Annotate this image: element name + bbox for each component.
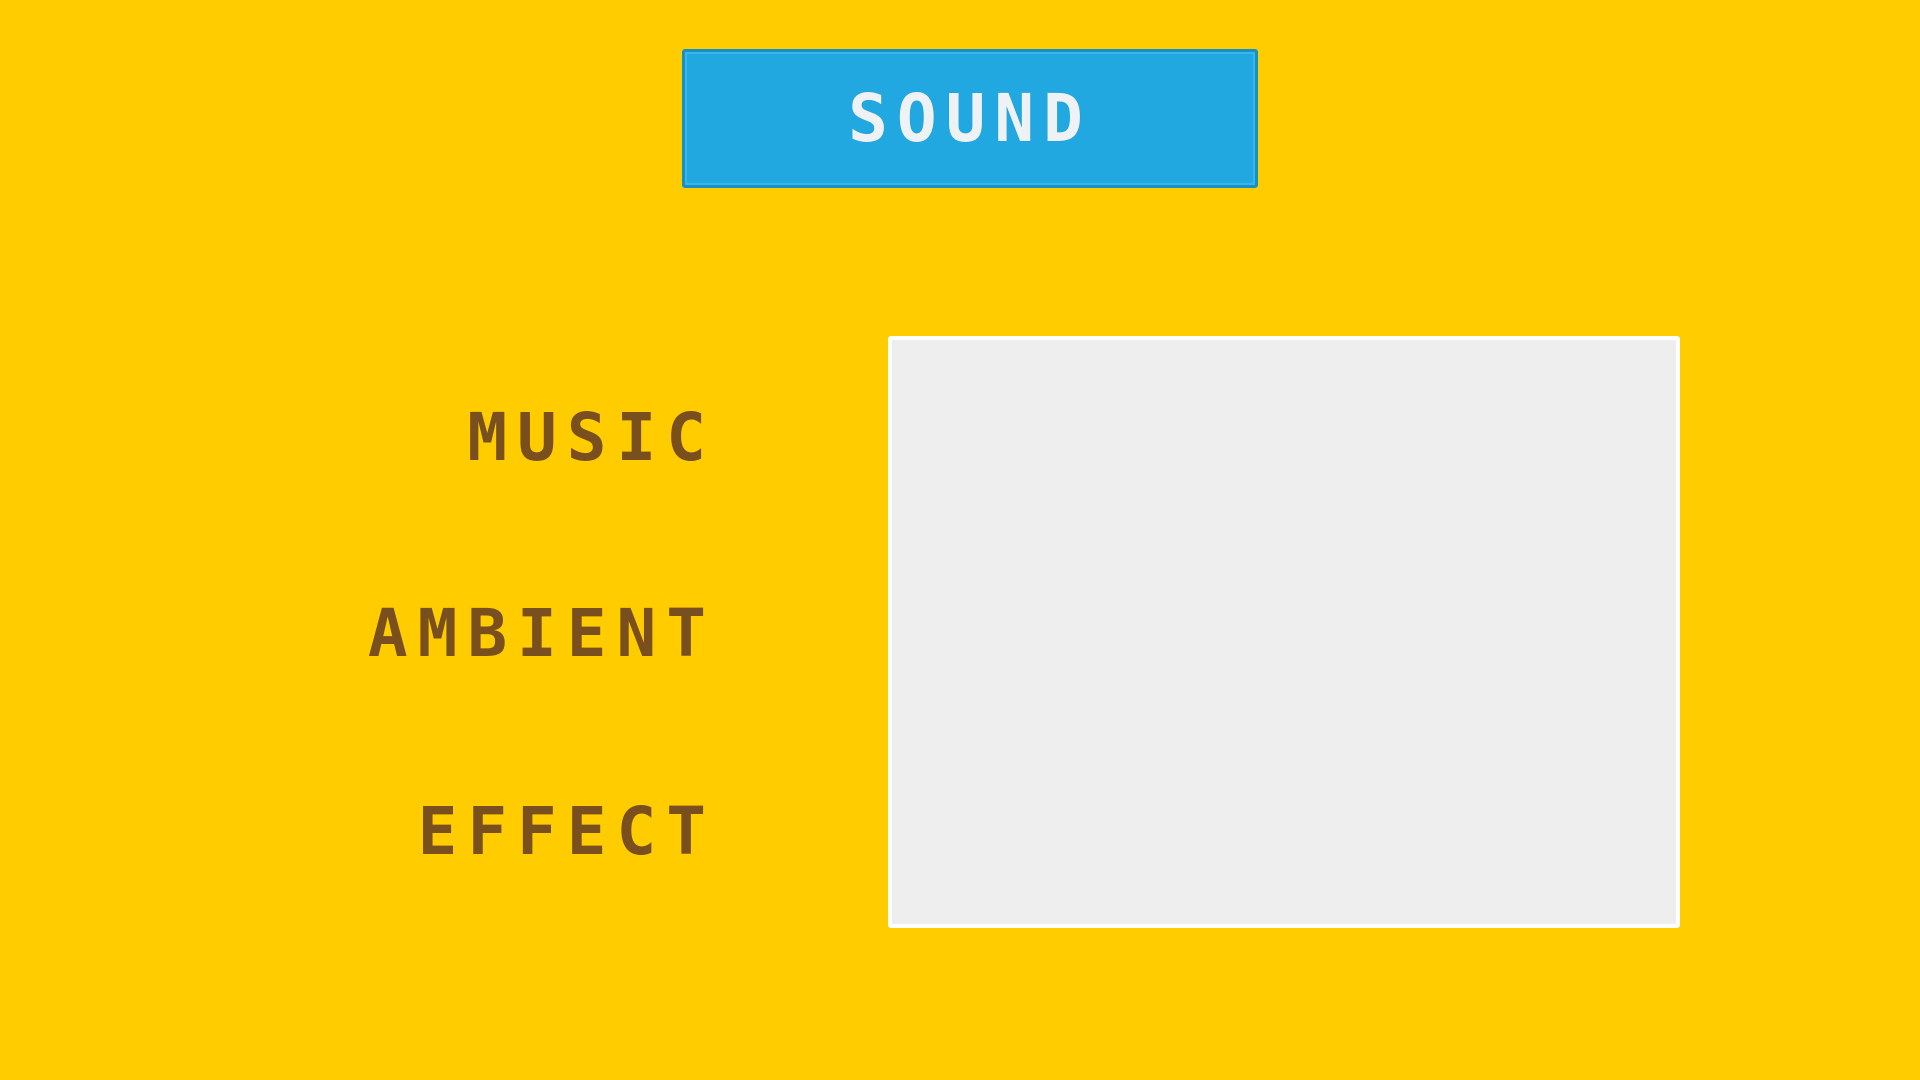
music-label: MUSIC	[467, 399, 716, 476]
volume-slider-panel[interactable]	[888, 336, 1680, 928]
screen-title: SOUND	[848, 79, 1092, 157]
title-banner: SOUND	[682, 49, 1258, 188]
ambient-label: AMBIENT	[367, 595, 716, 672]
effect-label: EFFECT	[417, 793, 716, 870]
